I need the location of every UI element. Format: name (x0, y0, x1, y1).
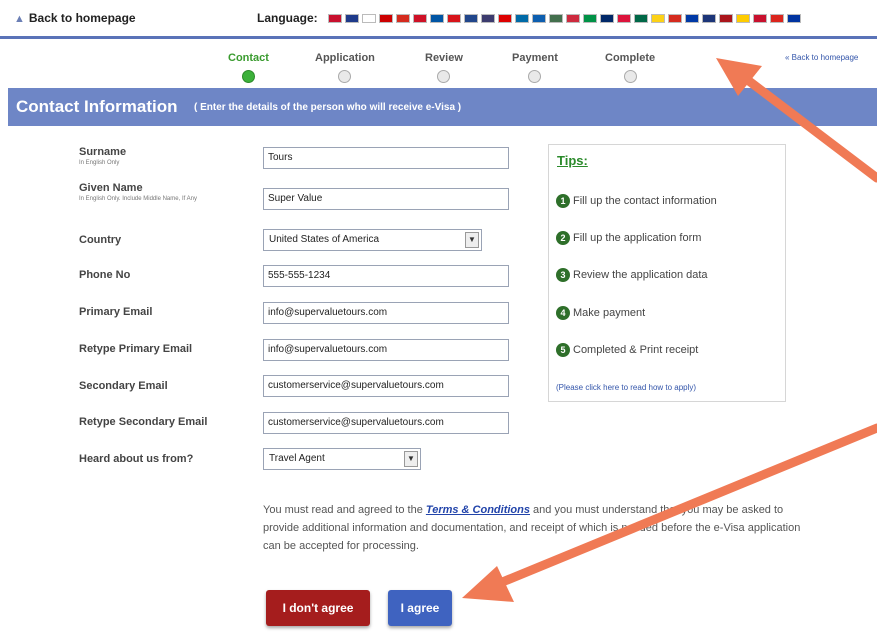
arrow-to-flags (716, 58, 877, 183)
arrow-to-agree-button (462, 423, 877, 602)
annotation-arrows (462, 58, 877, 602)
